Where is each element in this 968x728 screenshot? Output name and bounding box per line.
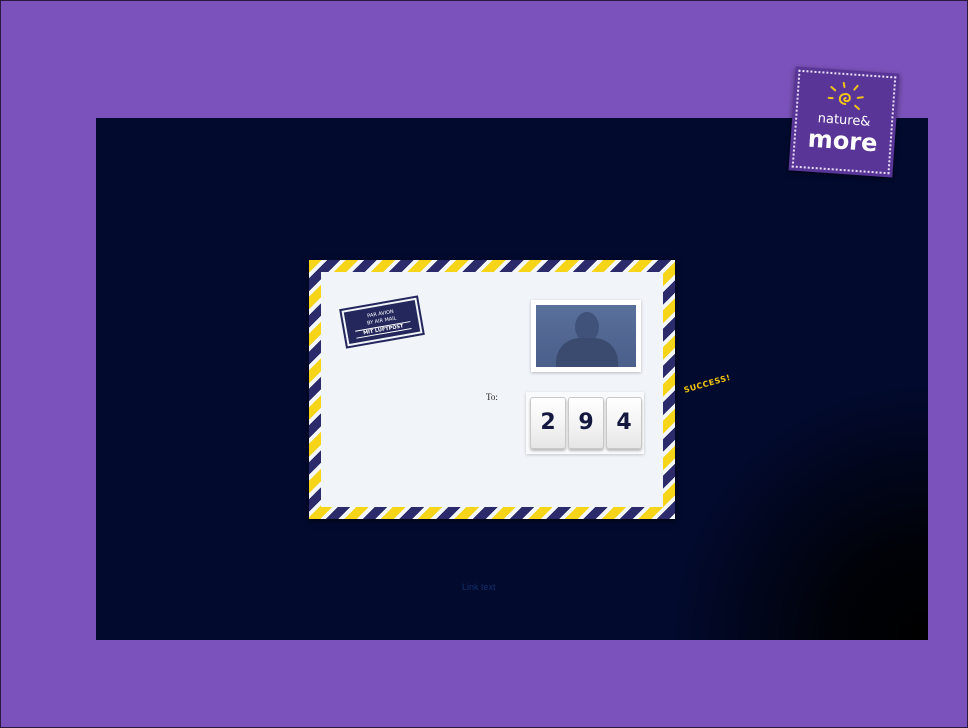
counter-digit: 4: [606, 397, 642, 449]
nature-and-more-logo[interactable]: nature& more: [788, 66, 900, 178]
airmail-envelope: PAR AVION BY AIR MAIL MIT LUFTPOST To: 2…: [309, 260, 675, 519]
to-label: To:: [486, 392, 498, 402]
content-stage: PAR AVION BY AIR MAIL MIT LUFTPOST To: 2…: [96, 118, 928, 640]
counter-digit: 9: [568, 397, 604, 449]
counter-digit: 2: [530, 397, 566, 449]
number-counter: 2 9 4: [526, 392, 644, 454]
photo-stamp: [531, 300, 641, 372]
photo-body-shape: [556, 338, 618, 367]
profile-photo: [536, 305, 636, 367]
sun-spiral-icon: [827, 81, 864, 111]
bottom-link[interactable]: Link text: [462, 582, 496, 592]
envelope-body: PAR AVION BY AIR MAIL MIT LUFTPOST To: 2…: [321, 272, 663, 507]
airmail-label: PAR AVION BY AIR MAIL MIT LUFTPOST: [339, 294, 425, 350]
success-message: SUCCESS!: [682, 372, 732, 395]
